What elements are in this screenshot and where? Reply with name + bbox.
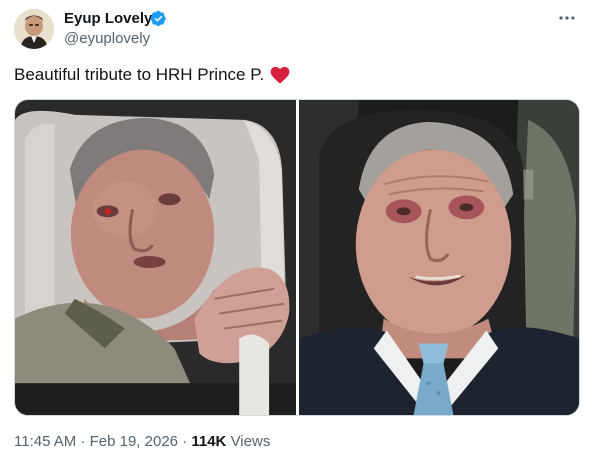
tweet-meta: 11:45 AM · Feb 19, 2026 · 114K Views [14,433,270,451]
meta-separator: · [76,433,90,450]
tweet-text: Beautiful tribute to HRH Prince P. [14,64,290,86]
photo-2[interactable] [298,100,579,415]
tweet-date[interactable]: Feb 19, 2026 [90,433,178,450]
heart-icon [270,66,290,84]
views-label: Views [226,433,271,450]
verified-badge-icon [150,10,166,27]
photo-2-image [298,100,579,415]
tweet-time[interactable]: 11:45 AM [14,433,76,450]
meta-separator: · [178,433,192,450]
more-options-icon [559,16,575,20]
photo-1-image [15,100,296,415]
more-options-button[interactable] [555,6,579,30]
photo-1[interactable] [15,100,296,415]
tweet-body: Beautiful tribute to HRH Prince P. [14,65,265,84]
views-count: 114K [191,433,227,450]
author-handle[interactable]: @eyuplovely [64,30,150,48]
media-grid [14,99,580,416]
avatar[interactable] [14,9,54,49]
avatar-image [14,9,54,49]
author-name[interactable]: Eyup Lovely [64,10,152,28]
